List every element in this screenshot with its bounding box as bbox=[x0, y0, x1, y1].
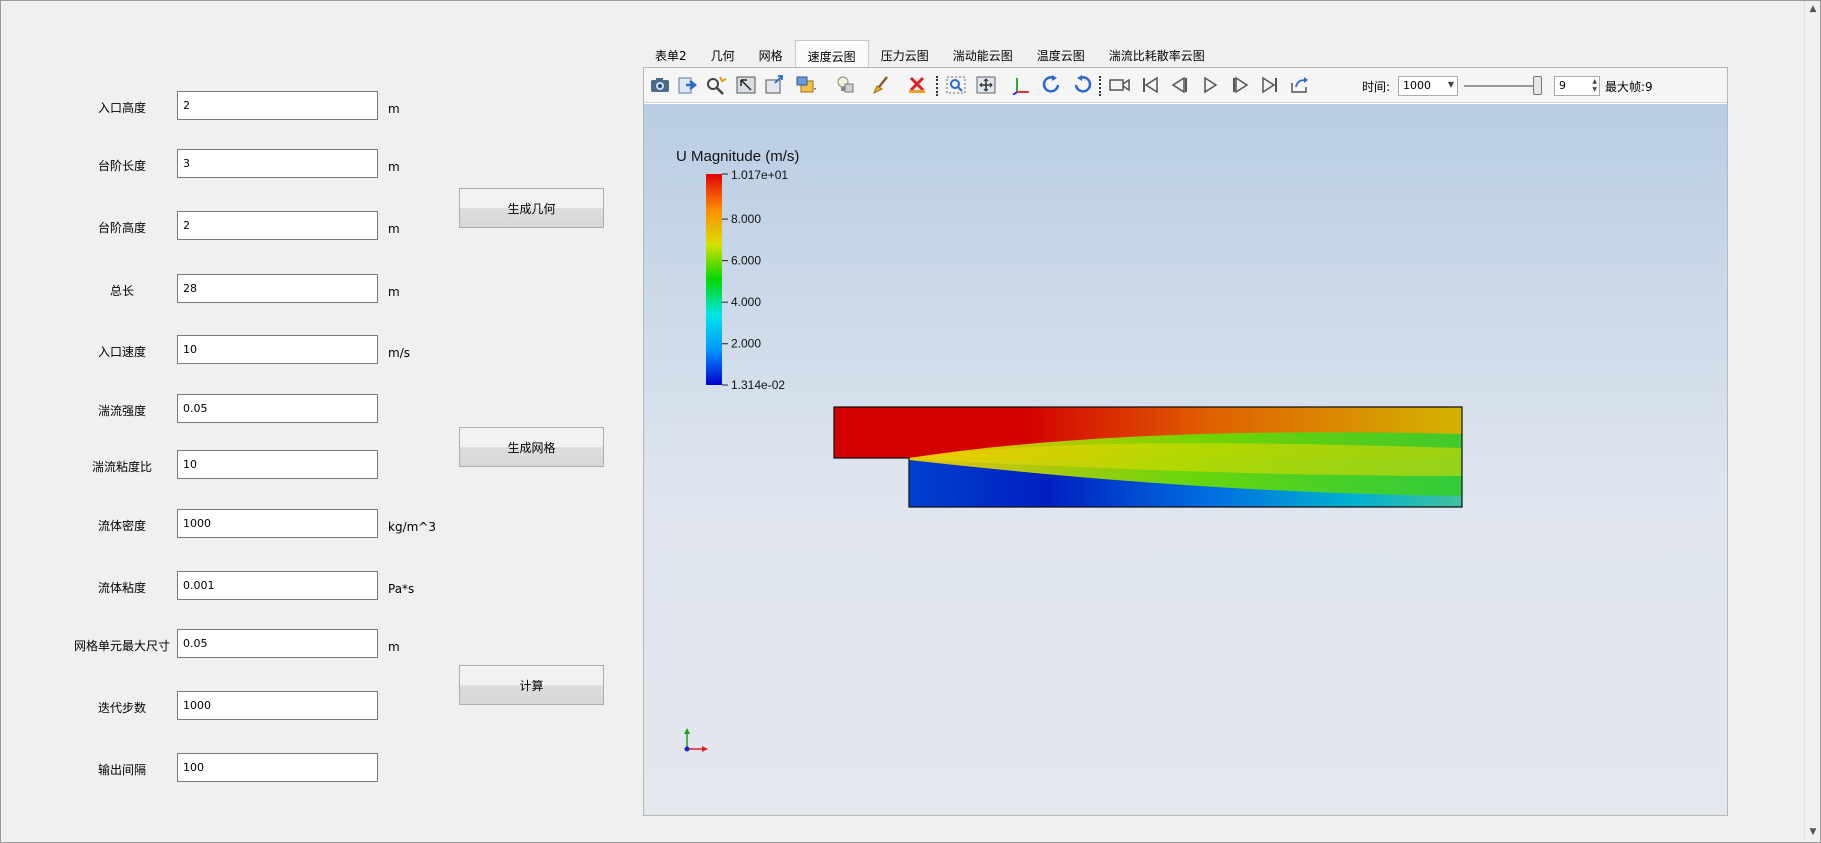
field-label: 台阶长度 bbox=[97, 159, 146, 173]
render-svg: U Magnitude (m/s) 8.000 6.000 4.000 2.000 1… bbox=[676, 148, 1463, 752]
colorbar-gradient bbox=[706, 174, 722, 385]
toolbar-separator bbox=[936, 76, 938, 96]
last-frame-icon[interactable] bbox=[1258, 74, 1282, 96]
tab-1[interactable]: 几何 bbox=[699, 40, 747, 68]
velocity-contour bbox=[833, 406, 1463, 508]
zoom-box-icon[interactable] bbox=[944, 74, 968, 96]
generate-mesh-button[interactable]: 生成网格 bbox=[459, 427, 604, 467]
field-unit: Pa*s bbox=[388, 582, 415, 596]
colorbar-title: U Magnitude (m/s) bbox=[676, 148, 799, 165]
field-input[interactable] bbox=[177, 753, 378, 782]
field-label: 输出间隔 bbox=[97, 763, 146, 777]
colorbar-tick-label: 6.000 bbox=[731, 254, 761, 268]
vertical-scrollbar[interactable]: ▲ ▼ bbox=[1804, 0, 1821, 843]
field-label: 台阶高度 bbox=[97, 221, 146, 235]
time-select-value: 1000 bbox=[1403, 79, 1431, 92]
spin-down-icon[interactable]: ▼ bbox=[1592, 86, 1597, 93]
colorbar-max-label: 1.017e+01 bbox=[731, 168, 788, 182]
tab-7[interactable]: 湍流比耗散率云图 bbox=[1097, 40, 1217, 68]
video-icon[interactable] bbox=[1108, 74, 1132, 96]
field-label: 流体密度 bbox=[97, 519, 146, 533]
field-unit: m bbox=[388, 285, 400, 299]
colorbar-min-label: 1.314e-02 bbox=[731, 378, 785, 392]
generate-geometry-button[interactable]: 生成几何 bbox=[459, 188, 604, 228]
compute-button[interactable]: 计算 bbox=[459, 665, 604, 705]
field-label: 湍流强度 bbox=[97, 404, 146, 418]
tab-5[interactable]: 湍动能云图 bbox=[941, 40, 1025, 68]
colorbar-tick-label: 2.000 bbox=[731, 337, 761, 351]
field-input[interactable] bbox=[177, 691, 378, 720]
field-label: 入口高度 bbox=[97, 101, 146, 115]
play-icon[interactable] bbox=[1198, 74, 1222, 96]
first-frame-icon[interactable] bbox=[1138, 74, 1162, 96]
window-icon[interactable] bbox=[762, 74, 786, 96]
colorbar-tick-label: 4.000 bbox=[731, 295, 761, 309]
field-label: 流体粘度 bbox=[97, 581, 146, 595]
lightbulb-icon[interactable] bbox=[834, 74, 858, 96]
probe-icon[interactable] bbox=[704, 74, 728, 96]
time-label: 时间: bbox=[1362, 80, 1391, 94]
field-input[interactable] bbox=[177, 450, 378, 479]
field-input[interactable] bbox=[177, 335, 378, 364]
field-input[interactable] bbox=[177, 509, 378, 538]
field-input[interactable] bbox=[177, 91, 378, 120]
field-label: 迭代步数 bbox=[97, 701, 146, 715]
field-unit: kg/m^3 bbox=[388, 520, 436, 534]
field-input[interactable] bbox=[177, 274, 378, 303]
toolbar-separator bbox=[1099, 76, 1101, 96]
viewer-toolbar: 时间: 1000 ▼ 9 ▲ ▼ 最大帧:9 bbox=[644, 68, 1727, 103]
prev-frame-icon[interactable] bbox=[1168, 74, 1192, 96]
field-label: 总长 bbox=[109, 284, 134, 298]
rotate-ccw-icon[interactable] bbox=[1070, 74, 1094, 96]
field-label: 网格单元最大尺寸 bbox=[73, 639, 170, 653]
select-icon[interactable] bbox=[734, 74, 758, 96]
camera-icon[interactable] bbox=[648, 74, 672, 96]
fit-icon[interactable] bbox=[974, 74, 998, 96]
scroll-up-icon[interactable]: ▲ bbox=[1807, 3, 1819, 15]
field-input[interactable] bbox=[177, 571, 378, 600]
field-input[interactable] bbox=[177, 394, 378, 423]
next-frame-icon[interactable] bbox=[1228, 74, 1252, 96]
brush-icon[interactable] bbox=[870, 74, 894, 96]
axes-icon[interactable] bbox=[1010, 74, 1034, 96]
field-unit: m/s bbox=[388, 346, 410, 360]
layers-icon[interactable] bbox=[794, 74, 818, 96]
time-slider-track[interactable] bbox=[1464, 85, 1542, 87]
time-slider-handle[interactable] bbox=[1533, 76, 1542, 95]
result-tabs: 表单2 几何 网格 速度云图 压力云图 湍动能云图 温度云图 湍流比耗散率云图 bbox=[643, 40, 1217, 68]
field-input[interactable] bbox=[177, 629, 378, 658]
rotate-cw-icon[interactable] bbox=[1040, 74, 1064, 96]
colorbar-tick-label: 8.000 bbox=[731, 212, 761, 226]
field-unit: m bbox=[388, 640, 400, 654]
frame-spinbox[interactable]: 9 ▲ ▼ bbox=[1554, 76, 1600, 96]
loop-icon[interactable] bbox=[1288, 74, 1312, 96]
field-label: 湍流粘度比 bbox=[91, 460, 152, 474]
tab-2[interactable]: 网格 bbox=[747, 40, 795, 68]
field-input[interactable] bbox=[177, 149, 378, 178]
colorbar-ticks: 8.000 6.000 4.000 2.000 bbox=[722, 173, 761, 386]
max-frame-label: 最大帧:9 bbox=[1605, 80, 1653, 94]
scroll-down-icon[interactable]: ▼ bbox=[1807, 826, 1819, 838]
spin-up-icon[interactable]: ▲ bbox=[1592, 78, 1597, 85]
render-canvas[interactable]: U Magnitude (m/s) 8.000 6.000 4.000 2.000 1… bbox=[644, 104, 1727, 815]
field-label: 入口速度 bbox=[97, 345, 146, 359]
visualization-panel: 时间: 1000 ▼ 9 ▲ ▼ 最大帧:9 U Magnitude (m/s)… bbox=[643, 67, 1728, 816]
frame-value: 9 bbox=[1559, 79, 1566, 92]
field-input[interactable] bbox=[177, 211, 378, 240]
tab-0[interactable]: 表单2 bbox=[643, 40, 699, 68]
orientation-axes bbox=[684, 728, 708, 752]
tab-4[interactable]: 压力云图 bbox=[869, 40, 941, 68]
time-select[interactable]: 1000 ▼ bbox=[1398, 76, 1458, 96]
chevron-down-icon: ▼ bbox=[1447, 80, 1454, 89]
tab-3[interactable]: 速度云图 bbox=[794, 40, 869, 68]
field-unit: m bbox=[388, 102, 400, 116]
tab-6[interactable]: 温度云图 bbox=[1025, 40, 1097, 68]
field-unit: m bbox=[388, 222, 400, 236]
field-unit: m bbox=[388, 160, 400, 174]
delete-icon[interactable] bbox=[906, 74, 930, 96]
export-icon[interactable] bbox=[676, 74, 700, 96]
